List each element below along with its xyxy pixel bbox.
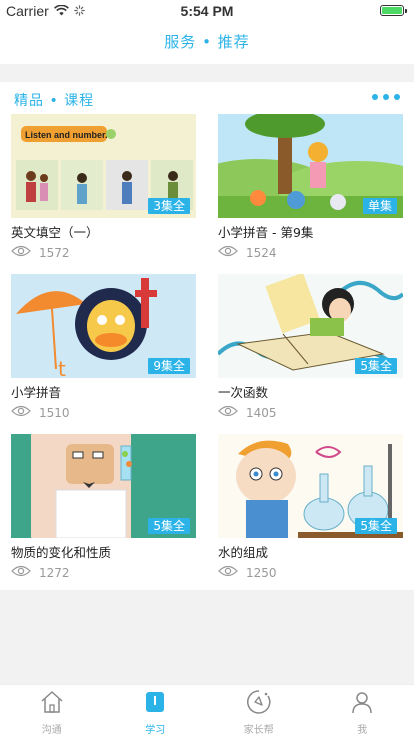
person-icon	[349, 689, 375, 719]
episode-badge: 5集全	[148, 518, 190, 534]
view-count: 1250	[246, 565, 277, 580]
course-thumbnail: 5集全	[11, 434, 196, 538]
eye-icon	[11, 565, 31, 580]
course-item[interactable]: Listen and number. 3集全 英文填空（一） 1572	[11, 114, 196, 260]
eye-icon	[218, 245, 238, 260]
course-title: 一次函数	[218, 385, 269, 400]
course-thumbnail: 5集全	[218, 434, 403, 538]
tab-communicate[interactable]: 沟通	[0, 685, 104, 736]
tab-label: 家长帮	[243, 725, 274, 736]
course-thumbnail: Listen and number. 3集全	[11, 114, 196, 218]
course-title: 小学拼音 - 第9集	[218, 225, 314, 240]
compass-icon	[246, 689, 272, 719]
status-time: 5:54 PM	[180, 3, 234, 19]
tab-bar: 沟通 学习 家长帮 我	[0, 684, 414, 736]
view-count: 1272	[39, 565, 70, 580]
course-item[interactable]: 5集全 物质的变化和性质 1272	[11, 434, 196, 580]
course-title: 水的组成	[218, 545, 269, 560]
tab-study[interactable]: 学习	[104, 685, 208, 736]
nav-title: 服务 • 推荐	[0, 22, 414, 64]
eye-icon	[218, 565, 238, 580]
view-count: 1510	[39, 405, 70, 420]
course-item[interactable]: 5集全 一次函数 1405	[218, 274, 403, 420]
book-icon	[142, 689, 168, 719]
battery-icon	[380, 5, 404, 16]
status-bar: Carrier 5:54 PM	[0, 0, 414, 22]
episode-badge: 单集	[362, 198, 397, 214]
course-item[interactable]: 5集全 水的组成 1250	[218, 434, 403, 580]
course-item[interactable]: t 9集全 小学拼音 1510	[11, 274, 196, 420]
more-button[interactable]	[372, 94, 400, 100]
section-title: 精品 • 课程	[14, 93, 95, 109]
view-count: 1405	[246, 405, 277, 420]
tab-me[interactable]: 我	[311, 685, 414, 736]
view-count: 1524	[246, 245, 277, 260]
home-icon	[39, 689, 65, 719]
course-title: 英文填空（一）	[11, 225, 99, 240]
episode-badge: 5集全	[355, 518, 397, 534]
tab-label: 学习	[145, 725, 166, 736]
view-count: 1572	[39, 245, 70, 260]
course-item[interactable]: 单集 小学拼音 - 第9集 1524	[218, 114, 403, 260]
course-title: 物质的变化和性质	[11, 545, 112, 560]
tab-label: 我	[357, 725, 368, 736]
episode-badge: 5集全	[355, 358, 397, 374]
course-thumbnail: t 9集全	[11, 274, 196, 378]
course-section: 精品 • 课程 Listen and number. 3集全 英文填空（一） 1…	[0, 82, 414, 590]
course-title: 小学拼音	[11, 385, 62, 400]
thumbnail-caption: Listen and number.	[25, 130, 108, 140]
eye-icon	[218, 405, 238, 420]
course-thumbnail: 5集全	[218, 274, 403, 378]
course-thumbnail: 单集	[218, 114, 403, 218]
eye-icon	[11, 245, 31, 260]
tab-parents[interactable]: 家长帮	[207, 685, 311, 736]
tab-label: 沟通	[41, 725, 62, 736]
episode-badge: 3集全	[148, 198, 190, 214]
thumbnail-caption: t	[58, 357, 66, 378]
eye-icon	[11, 405, 31, 420]
episode-badge: 9集全	[148, 358, 190, 374]
